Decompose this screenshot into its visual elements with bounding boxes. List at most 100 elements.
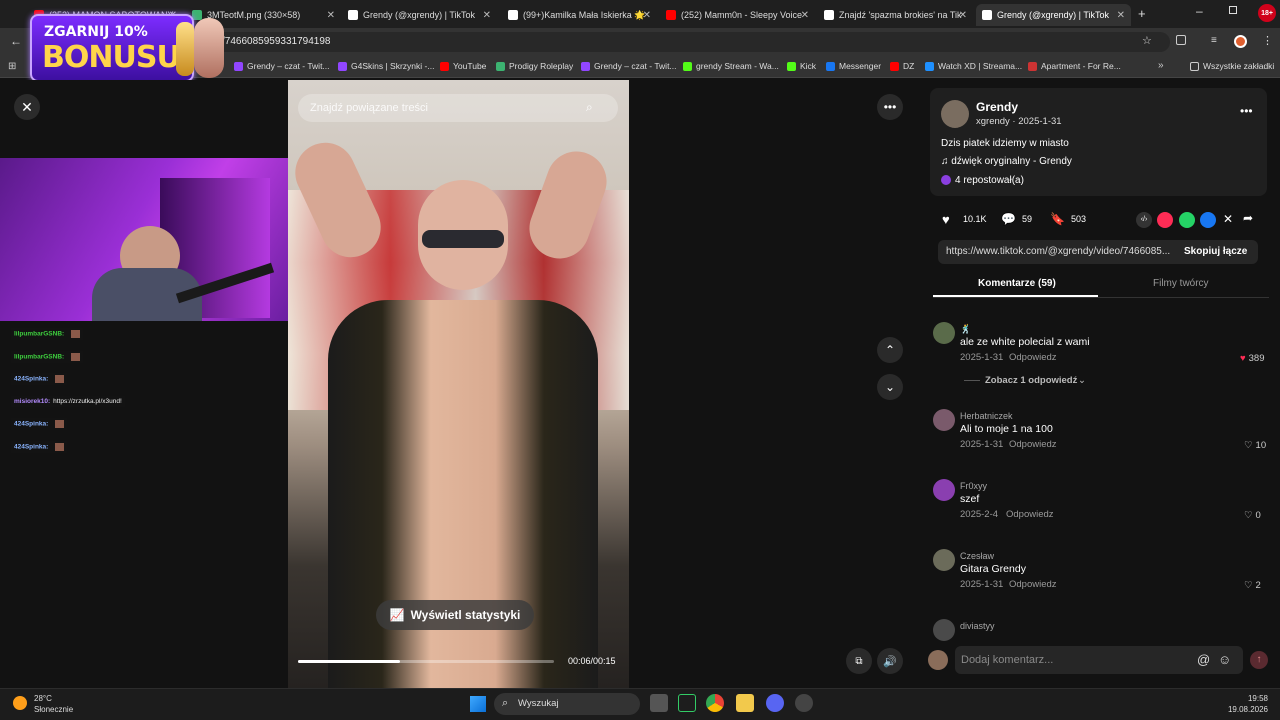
commenter-name[interactable]: Fr0xyy xyxy=(960,481,987,491)
commenter-avatar[interactable] xyxy=(933,479,955,501)
mention-icon[interactable]: @ xyxy=(1197,652,1210,667)
reply-button[interactable]: Odpowiedz xyxy=(1009,439,1057,450)
media-icon[interactable]: ≡ xyxy=(1211,35,1217,46)
facebook-icon[interactable] xyxy=(1200,212,1216,228)
bookmark-item[interactable]: Apartment - For Re... xyxy=(1028,61,1121,71)
tab-3[interactable]: (99+)Kamilka Mała Iskierka 🌟 ✕ xyxy=(502,4,657,26)
author-avatar[interactable] xyxy=(941,100,969,128)
tab-close-icon[interactable]: ✕ xyxy=(643,10,651,21)
whatsapp-icon[interactable] xyxy=(1179,212,1195,228)
bookmark-item[interactable]: grendy Stream - Wa... xyxy=(683,61,779,71)
post-more-icon[interactable]: ••• xyxy=(1240,104,1253,118)
comment-like-button[interactable]: ♥ 389 xyxy=(1240,353,1265,364)
commenter-avatar[interactable] xyxy=(933,549,955,571)
reply-button[interactable]: Odpowiedz xyxy=(1006,509,1054,520)
ad-banner[interactable]: ZGARNIJ 10% BONUSU xyxy=(30,14,194,82)
next-video-icon[interactable]: ⌄ xyxy=(877,374,903,400)
taskbar-search[interactable]: ⌕ Wyszukaj xyxy=(494,693,640,715)
related-search[interactable]: Znajdź powiązane treści ⌕ xyxy=(298,94,618,122)
maximize-icon[interactable] xyxy=(1229,6,1237,14)
new-tab-button[interactable]: + xyxy=(1138,6,1146,21)
weather-temp[interactable]: 28°C xyxy=(34,694,52,703)
comment-input[interactable]: Dodaj komentarz... @ ☺ xyxy=(955,646,1243,674)
commenter-avatar[interactable] xyxy=(933,619,955,641)
author-name[interactable]: Grendy xyxy=(976,100,1018,114)
chevron-down-icon[interactable]: ⌄ xyxy=(1078,375,1086,386)
tab-4[interactable]: (252) Mamm0n - Sleepy Voice ✕ xyxy=(660,4,815,26)
menu-icon[interactable]: ⋮ xyxy=(1262,34,1273,47)
tab-close-icon[interactable]: ✕ xyxy=(1117,10,1125,21)
search-icon[interactable]: ⌕ xyxy=(586,100,593,115)
back-icon[interactable]: ← xyxy=(10,34,22,48)
tab-close-icon[interactable]: ✕ xyxy=(327,10,335,21)
chat-text: https://zrzutka.pl/x3und! xyxy=(53,397,122,405)
tab-6[interactable]: Grendy (@xgrendy) | TikTok ✕ xyxy=(976,4,1131,26)
tab-2[interactable]: Grendy (@xgrendy) | TikTok ✕ xyxy=(342,4,497,26)
bookmark-item[interactable]: DZ xyxy=(890,61,914,71)
pip-icon[interactable]: ⧉ xyxy=(846,648,872,674)
apps-icon[interactable]: ⊞ xyxy=(8,61,16,72)
commenter-avatar[interactable] xyxy=(933,409,955,431)
post-reposts[interactable]: 4 repostował(a) xyxy=(941,175,1024,186)
commenter-name[interactable]: 🕺 xyxy=(960,324,971,335)
extensions-icon[interactable] xyxy=(1176,35,1186,45)
post-sound[interactable]: ♫ dźwięk oryginalny - Grendy xyxy=(941,156,1072,167)
bookmark-item[interactable]: G4Skins | Skrzynki -... xyxy=(338,61,434,71)
comment-like-button[interactable]: ♡ 10 xyxy=(1244,440,1266,451)
embed-icon[interactable]: ‹/› xyxy=(1136,212,1152,228)
bookmark-item[interactable]: Prodigy Roleplay xyxy=(496,61,573,71)
chrome-icon[interactable] xyxy=(706,694,724,712)
commenter-name[interactable]: diviastyy xyxy=(960,621,995,631)
bookmark-star-icon[interactable]: ☆ xyxy=(1142,34,1152,47)
send-icon[interactable] xyxy=(1157,212,1173,228)
save-icon[interactable]: 🔖 xyxy=(1050,212,1065,226)
tab-5[interactable]: Znajdź 'spazma brokies' na Tik ✕ xyxy=(818,4,973,26)
tab-creator-videos[interactable]: Filmy twórcy xyxy=(1153,278,1209,289)
x-icon[interactable]: ✕ xyxy=(1223,212,1233,226)
task-view-icon[interactable] xyxy=(650,694,668,712)
tab-close-icon[interactable]: ✕ xyxy=(959,10,967,21)
bookmark-item[interactable]: Messenger xyxy=(826,61,881,71)
bookmark-item[interactable]: Kick xyxy=(787,61,816,71)
video-link[interactable]: https://www.tiktok.com/@xgrendy/video/74… xyxy=(946,246,1174,257)
reply-button[interactable]: Odpowiedz xyxy=(1009,579,1057,590)
discord-icon[interactable] xyxy=(766,694,784,712)
comment-like-button[interactable]: ♡ 0 xyxy=(1244,510,1261,521)
commenter-name[interactable]: Czesław xyxy=(960,551,994,561)
stats-button[interactable]: 📈 Wyświetl statystyki xyxy=(376,600,534,630)
copy-link-button[interactable]: Skopiuj łącze xyxy=(1184,246,1247,257)
view-replies-button[interactable]: Zobacz 1 odpowiedź xyxy=(985,375,1077,386)
address-bar[interactable]: /7466085959331794198 xyxy=(190,32,1170,52)
commenter-name[interactable]: Herbatniczek xyxy=(960,411,1013,421)
profile-avatar[interactable] xyxy=(1234,35,1247,48)
windows-start-icon[interactable] xyxy=(470,696,486,712)
minimize-icon[interactable]: – xyxy=(1196,4,1203,18)
more-options-icon[interactable]: ••• xyxy=(877,94,903,120)
more-bookmarks-icon[interactable]: » xyxy=(1158,60,1164,71)
volume-icon[interactable]: 🔊 xyxy=(877,648,903,674)
all-bookmarks[interactable]: Wszystkie zakładki xyxy=(1190,61,1274,71)
bookmark-item[interactable]: YouTube xyxy=(440,61,486,71)
progress-track[interactable] xyxy=(298,660,554,663)
tab-close-icon[interactable]: ✕ xyxy=(483,10,491,21)
previous-video-icon[interactable]: ⌃ xyxy=(877,337,903,363)
clock-time[interactable]: 19:58 xyxy=(1240,694,1268,703)
commenter-avatar[interactable] xyxy=(933,322,955,344)
tab-comments[interactable]: Komentarze (59) xyxy=(978,278,1056,289)
post-comment-button[interactable]: ↑ xyxy=(1250,651,1268,669)
video-player[interactable]: Znajdź powiązane treści ⌕ 📈 Wyświetl stat… xyxy=(288,80,629,688)
close-icon[interactable]: ✕ xyxy=(14,94,40,120)
comment-like-button[interactable]: ♡ 2 xyxy=(1244,580,1261,591)
like-icon[interactable]: ♥ xyxy=(942,212,950,227)
emoji-icon[interactable]: ☺ xyxy=(1218,652,1231,667)
terminal-app-icon[interactable] xyxy=(678,694,696,712)
tab-close-icon[interactable]: ✕ xyxy=(801,10,809,21)
steam-icon[interactable] xyxy=(795,694,813,712)
bookmark-item[interactable]: Grendy – czat - Twit... xyxy=(581,61,677,71)
file-explorer-icon[interactable] xyxy=(736,694,754,712)
bookmark-item[interactable]: Watch XD | Streama... xyxy=(925,61,1022,71)
comment-icon[interactable]: 💬 xyxy=(1001,212,1016,226)
reply-button[interactable]: Odpowiedz xyxy=(1009,352,1057,363)
share-icon[interactable]: ➦ xyxy=(1243,211,1253,225)
bookmark-item[interactable]: Grendy – czat - Twit... xyxy=(234,61,330,71)
